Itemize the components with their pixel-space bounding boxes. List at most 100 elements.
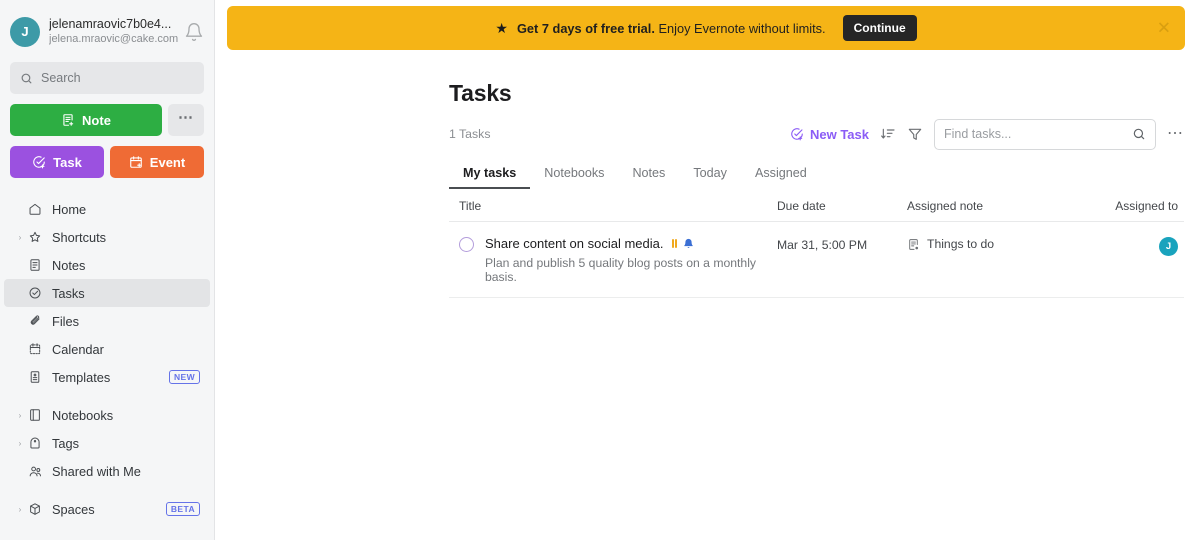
- sidebar-item-label: Notes: [52, 257, 86, 273]
- nav-divider: [0, 391, 214, 401]
- filter-funnel-icon[interactable]: [907, 126, 923, 142]
- new-note-button[interactable]: Note: [10, 104, 162, 136]
- task-title-cell: Share content on social media. Plan and: [449, 236, 777, 284]
- account-email: jelena.mraovic@cake.com: [49, 33, 179, 45]
- task-circle-icon: [26, 286, 44, 300]
- priority-high-icon: [671, 239, 677, 248]
- sidebar-item-tags[interactable]: › Tags: [4, 429, 210, 457]
- sidebar-item-calendar[interactable]: › Calendar: [4, 335, 210, 363]
- subheader-row: 1 Tasks New Task Find tasks... ⋯: [215, 118, 1200, 150]
- sidebar-item-spaces[interactable]: › Spaces BETA: [4, 495, 210, 523]
- sidebar-item-notes[interactable]: › Notes: [4, 251, 210, 279]
- column-header-assigned-note[interactable]: Assigned note: [907, 199, 1092, 213]
- cube-icon: [26, 502, 44, 516]
- tab-my-tasks[interactable]: My tasks: [449, 158, 530, 189]
- task-title-wrap: Share content on social media. Plan and: [459, 236, 777, 284]
- note-icon: [26, 258, 44, 272]
- continue-button[interactable]: Continue: [842, 15, 917, 41]
- avatar[interactable]: J: [1159, 237, 1178, 256]
- task-title-line: Share content on social media.: [485, 236, 777, 251]
- task-description: Plan and publish 5 quality blog posts on…: [485, 256, 757, 284]
- new-task-label: New Task: [809, 126, 869, 142]
- banner-content: ★ Get 7 days of free trial. Enjoy Everno…: [227, 15, 1185, 41]
- search-icon[interactable]: [1132, 127, 1146, 141]
- task-due-date-cell: Mar 31, 5:00 PM: [777, 236, 907, 252]
- new-note-label: Note: [82, 112, 111, 128]
- shared-icon: [26, 464, 44, 479]
- notebook-icon: [26, 408, 44, 422]
- page-title: Tasks: [449, 80, 512, 106]
- sort-descending-icon[interactable]: [880, 126, 896, 142]
- sidebar-item-label: Calendar: [52, 341, 104, 357]
- sidebar-item-shortcuts[interactable]: › Shortcuts: [4, 223, 210, 251]
- home-icon: [26, 202, 44, 216]
- caret-icon[interactable]: ›: [14, 505, 26, 514]
- new-event-button[interactable]: Event: [110, 146, 204, 178]
- caret-icon[interactable]: ›: [14, 233, 26, 242]
- more-icon: ⋯: [178, 108, 194, 126]
- sidebar-item-notebooks[interactable]: › Notebooks: [4, 401, 210, 429]
- banner-text-bold: Get 7 days of free trial.: [516, 20, 655, 36]
- caret-icon[interactable]: ›: [14, 411, 26, 420]
- note-icon: [909, 238, 919, 250]
- column-header-assigned-to[interactable]: Assigned to: [1092, 199, 1184, 213]
- sidebar-item-home[interactable]: › Home: [4, 195, 210, 223]
- tag-icon: [26, 436, 44, 450]
- sidebar-item-label: Tasks: [52, 285, 85, 301]
- task-add-icon: [33, 156, 45, 169]
- sidebar-item-tasks[interactable]: › Tasks: [4, 279, 210, 307]
- tab-today[interactable]: Today: [679, 158, 741, 189]
- avatar: J: [10, 16, 40, 47]
- task-assigned-to-cell: J: [1092, 236, 1184, 256]
- main-content: ★ Get 7 days of free trial. Enjoy Everno…: [215, 0, 1200, 540]
- task-count: 1 Tasks: [449, 127, 491, 141]
- tasks-table: Title Due date Assigned note Assigned to…: [449, 190, 1184, 298]
- assigned-note-wrap: Things to do: [907, 236, 1092, 251]
- caret-icon[interactable]: ›: [14, 439, 26, 448]
- calendar-icon: [26, 342, 44, 356]
- task-assigned-note-cell[interactable]: Things to do: [907, 236, 1092, 251]
- find-tasks-field[interactable]: [944, 127, 1132, 141]
- new-task-button[interactable]: New Task: [790, 127, 869, 142]
- account-text: jelenamraovic7b0e4... jelena.mraovic@cak…: [49, 17, 180, 46]
- account-header[interactable]: J jelenamraovic7b0e4... jelena.mraovic@c…: [0, 0, 214, 52]
- close-icon[interactable]: ✕: [1157, 20, 1171, 37]
- note-add-icon: [63, 114, 74, 126]
- quick-create-more-button[interactable]: ⋯: [168, 104, 204, 136]
- paperclip-icon: [26, 314, 44, 328]
- sidebar-item-templates[interactable]: › Templates NEW: [4, 363, 210, 391]
- find-tasks-input[interactable]: [934, 118, 1156, 150]
- column-header-due-date[interactable]: Due date: [777, 199, 907, 213]
- bell-icon[interactable]: [184, 22, 204, 42]
- quick-create-row-2: Task Event: [10, 146, 204, 178]
- tab-notebooks[interactable]: Notebooks: [530, 158, 618, 189]
- sidebar-item-shared-with-me[interactable]: › Shared with Me: [4, 457, 210, 485]
- status-badge-beta: BETA: [165, 501, 200, 517]
- calendar-add-icon: [129, 156, 142, 168]
- new-task-button-sidebar[interactable]: Task: [10, 146, 104, 178]
- account-name: jelenamraovic7b0e4...: [49, 17, 172, 31]
- banner-text-rest: Enjoy Evernote without limits.: [654, 20, 826, 36]
- table-row[interactable]: Share content on social media. Plan and: [449, 222, 1184, 298]
- tab-assigned[interactable]: Assigned: [741, 158, 821, 189]
- sidebar-item-files[interactable]: › Files: [4, 307, 210, 335]
- tabs-bar: My tasks Notebooks Notes Today Assigned: [449, 158, 1200, 189]
- sidebar-item-label: Files: [52, 313, 80, 329]
- tasks-toolbar: New Task Find tasks... ⋯: [790, 118, 1184, 150]
- sidebar-nav: › Home › Shortcuts › Notes: [0, 195, 214, 523]
- trial-banner: ★ Get 7 days of free trial. Enjoy Everno…: [227, 6, 1185, 50]
- new-event-label: Event: [149, 154, 186, 170]
- quick-create-row-1: Note ⋯: [10, 104, 204, 136]
- more-horizontal-icon[interactable]: ⋯: [1167, 126, 1184, 141]
- unchecked-circle-icon[interactable]: [459, 237, 474, 252]
- search-icon: [21, 73, 32, 83]
- star-icon: [26, 230, 44, 244]
- tab-notes[interactable]: Notes: [618, 158, 679, 189]
- task-due-date: Mar 31, 5:00 PM: [777, 238, 868, 252]
- status-badge-new: NEW: [168, 369, 200, 385]
- search-input[interactable]: Search: [10, 62, 204, 94]
- sidebar-item-label: Tags: [52, 435, 80, 451]
- column-header-title[interactable]: Title: [449, 199, 777, 213]
- task-text-block: Share content on social media. Plan and: [485, 236, 777, 284]
- nav-divider: [0, 485, 214, 495]
